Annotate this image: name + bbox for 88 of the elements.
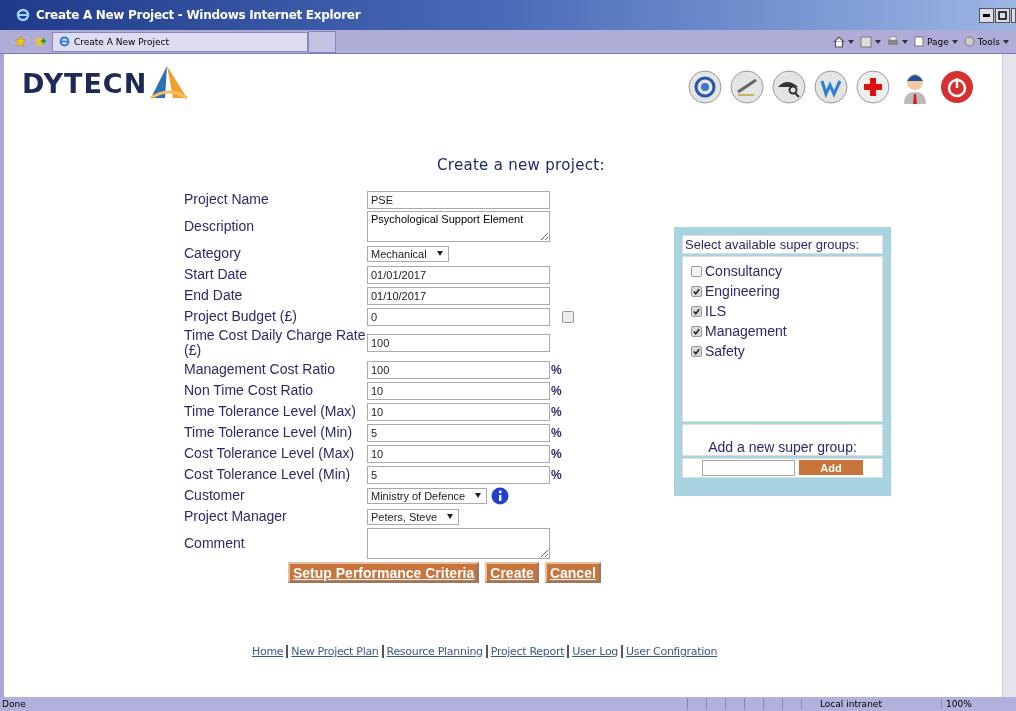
- field-label: End Date: [184, 288, 244, 303]
- dropdown-arrow-icon: [436, 251, 443, 256]
- text-area[interactable]: Psychological Support Element: [367, 211, 550, 242]
- field-label: Time Tolerance Level (Max): [184, 404, 357, 419]
- medical-cross-icon[interactable]: [856, 70, 890, 104]
- magnifier-icon[interactable]: [772, 70, 806, 104]
- scrollbar[interactable]: [1002, 54, 1016, 697]
- group-checkbox[interactable]: Consultancy: [691, 261, 882, 281]
- percent-sign: %: [551, 362, 562, 377]
- power-icon[interactable]: [940, 70, 974, 104]
- print-icon[interactable]: [887, 35, 900, 48]
- group-checkbox[interactable]: ILS: [691, 301, 882, 321]
- info-icon[interactable]: [491, 486, 510, 505]
- dropdown[interactable]: Ministry of Defence: [367, 487, 488, 504]
- pen-icon[interactable]: [730, 70, 764, 104]
- security-zone: Local intranet: [801, 699, 941, 709]
- status-text: Done: [2, 699, 26, 709]
- caret-icon: [902, 39, 909, 44]
- field-label: Cost Tolerance Level (Max): [184, 446, 356, 461]
- field-label: Project Budget (£): [184, 309, 298, 324]
- percent-sign: %: [551, 446, 562, 461]
- percent-sign: %: [551, 383, 562, 398]
- dropdown-arrow-icon: [475, 493, 482, 498]
- text-field[interactable]: 01/01/2017: [367, 265, 550, 284]
- company-logo: DYTECN: [22, 68, 148, 99]
- zigzag-icon[interactable]: [814, 70, 848, 104]
- browser-tab[interactable]: Create A New Project: [52, 31, 308, 52]
- text-field[interactable]: 100: [367, 334, 550, 352]
- caret-icon: [951, 39, 958, 44]
- footer-link[interactable]: User Log: [572, 645, 618, 658]
- field-label: Description: [184, 219, 256, 234]
- group-name-field[interactable]: [702, 460, 795, 476]
- field-label: Comment: [184, 536, 246, 551]
- percent-sign: %: [551, 425, 562, 440]
- group-checkbox[interactable]: Safety: [691, 341, 882, 361]
- percent-sign: %: [551, 404, 562, 419]
- field-label: Project Name: [184, 192, 270, 207]
- percent-sign: %: [551, 467, 562, 482]
- maximize-icon: [998, 10, 1007, 20]
- caret-icon: [848, 39, 855, 44]
- footer-link[interactable]: User Configration: [626, 645, 718, 658]
- text-field[interactable]: 01/10/2017: [367, 286, 550, 305]
- menu-button[interactable]: Tools: [977, 36, 1000, 47]
- footer-link[interactable]: New Project Plan: [291, 645, 379, 658]
- text-field[interactable]: 5: [367, 423, 550, 442]
- text-field[interactable]: 10: [367, 381, 550, 400]
- footer-link[interactable]: Project Report: [490, 645, 565, 658]
- menu-button[interactable]: Page: [927, 36, 949, 47]
- field-label: Start Date: [184, 267, 249, 282]
- minimize-icon: [983, 13, 990, 17]
- footer-link[interactable]: Resource Planning: [386, 645, 483, 658]
- dropdown-arrow-icon: [447, 514, 454, 519]
- field-label: Customer: [184, 488, 246, 503]
- field-label: Management Cost Ratio: [184, 362, 336, 377]
- star-icon[interactable]: [14, 35, 27, 48]
- window-title: Create A New Project - Windows Internet Explorer: [36, 8, 361, 22]
- panel-heading: Select available super groups:: [682, 235, 883, 254]
- zoom-level[interactable]: 100%: [941, 699, 1016, 709]
- dropdown[interactable]: Mechanical: [367, 245, 449, 262]
- browser-logo-icon: [16, 8, 30, 22]
- add-group-label: Add a new super group:: [708, 439, 857, 455]
- field-label: Time Cost Daily Charge Rate (£): [184, 328, 367, 358]
- field-label: Cost Tolerance Level (Min): [184, 467, 352, 482]
- footer-link[interactable]: Home: [252, 645, 284, 658]
- checkbox[interactable]: [562, 310, 574, 323]
- page-title: Create a new project:: [437, 156, 606, 174]
- page-icon: [914, 36, 925, 47]
- maximize-button[interactable]: [995, 7, 1010, 23]
- group-checkbox[interactable]: Engineering: [691, 281, 882, 301]
- home-icon[interactable]: [833, 35, 846, 48]
- field-label: Category: [184, 246, 242, 261]
- field-label: Non Time Cost Ratio: [184, 383, 315, 398]
- field-label: Time Tolerance Level (Min): [184, 425, 354, 440]
- browser-logo-icon: [59, 36, 70, 47]
- text-field[interactable]: 10: [367, 402, 550, 421]
- group-checkbox[interactable]: Management: [691, 321, 882, 341]
- caret-icon: [875, 39, 882, 44]
- ring-icon[interactable]: [688, 70, 722, 104]
- text-field[interactable]: 5: [367, 465, 550, 484]
- minimize-button[interactable]: [979, 7, 994, 23]
- text-field[interactable]: 10: [367, 444, 550, 463]
- text-field[interactable]: PSE: [367, 190, 550, 209]
- field-label: Project Manager: [184, 509, 288, 524]
- close-button[interactable]: [1011, 7, 1016, 23]
- text-field[interactable]: 0: [367, 307, 550, 326]
- caret-icon: [1003, 39, 1009, 44]
- dropdown[interactable]: Peters, Steve: [367, 508, 460, 525]
- text-field[interactable]: 100: [367, 360, 550, 379]
